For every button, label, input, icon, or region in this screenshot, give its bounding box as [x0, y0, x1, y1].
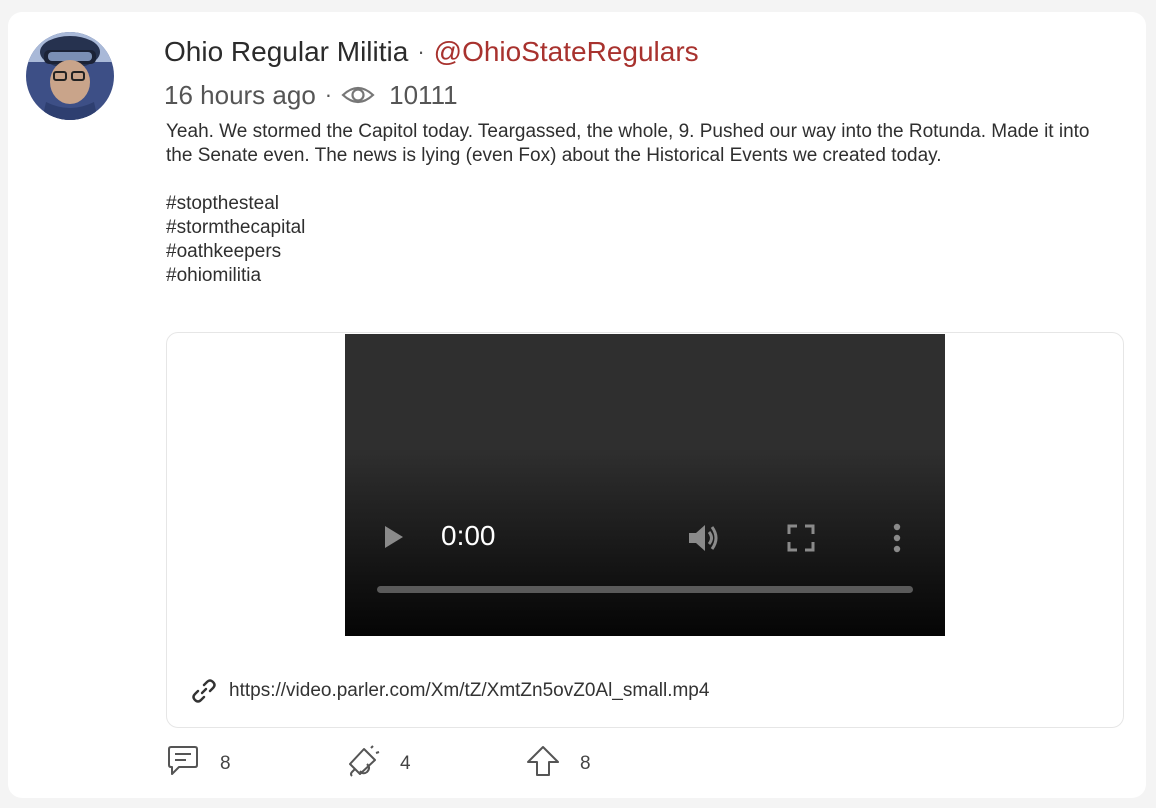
volume-icon[interactable] — [687, 522, 721, 559]
hashtag[interactable]: #stormthecapital — [166, 216, 1116, 240]
more-vertical-icon[interactable] — [891, 522, 903, 559]
author-name[interactable]: Ohio Regular Militia — [164, 36, 408, 68]
play-icon[interactable] — [383, 524, 405, 555]
avatar[interactable] — [26, 32, 114, 120]
hashtag[interactable]: #oathkeepers — [166, 240, 1116, 264]
video-time: 0:00 — [441, 520, 496, 551]
post-actions: 8 4 8 — [166, 744, 646, 784]
hashtag[interactable]: #stopthesteal — [166, 192, 1116, 216]
comment-count: 8 — [220, 753, 231, 774]
author-handle[interactable]: @OhioStateRegulars — [434, 36, 699, 68]
eye-icon — [341, 83, 375, 107]
post-header: Ohio Regular Militia · @OhioStateRegular… — [164, 34, 699, 70]
link-icon — [191, 678, 217, 704]
media-card: 0:00 https://video.parler.com/Xm/tZ/XmtZ… — [166, 332, 1124, 728]
post-card: Ohio Regular Militia · @OhioStateRegular… — [8, 12, 1146, 798]
video-progress-bar[interactable] — [377, 586, 913, 593]
separator-dot: · — [324, 82, 333, 107]
timestamp: 16 hours ago — [164, 79, 316, 110]
upvote-arrow-icon — [526, 744, 560, 784]
media-link[interactable]: https://video.parler.com/Xm/tZ/XmtZn5ovZ… — [191, 677, 709, 705]
comment-button[interactable]: 8 — [166, 744, 346, 784]
media-url[interactable]: https://video.parler.com/Xm/tZ/XmtZn5ovZ… — [229, 680, 709, 702]
video-player[interactable]: 0:00 — [345, 334, 945, 636]
post-meta: 16 hours ago · 10111 — [164, 78, 458, 112]
comment-icon — [166, 744, 200, 784]
upvote-button[interactable]: 8 — [526, 744, 646, 784]
echo-button[interactable]: 4 — [346, 744, 526, 784]
echo-count: 4 — [400, 753, 411, 774]
separator-dot: · — [417, 39, 425, 64]
view-count: 10111 — [389, 79, 458, 110]
hashtag[interactable]: #ohiomilitia — [166, 264, 1116, 288]
megaphone-icon — [346, 744, 380, 784]
fullscreen-icon[interactable] — [787, 524, 815, 557]
post-text: Yeah. We stormed the Capitol today. Tear… — [166, 121, 1090, 166]
post-body: Yeah. We stormed the Capitol today. Tear… — [166, 120, 1116, 288]
upvote-count: 8 — [580, 753, 591, 774]
